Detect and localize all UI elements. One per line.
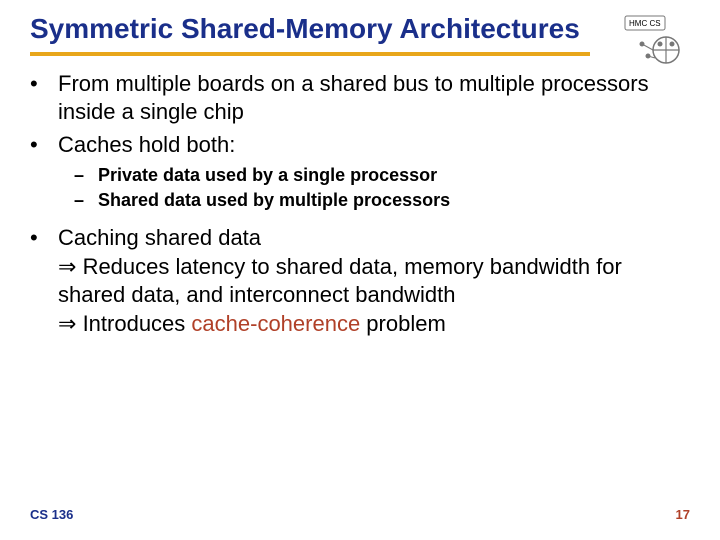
bullet-marker: • — [30, 131, 58, 160]
sub-bullet-text: Shared data used by multiple processors — [98, 188, 690, 212]
highlight-term: cache-coherence — [191, 311, 360, 336]
sub-bullet-text: Private data used by a single processor — [98, 163, 690, 187]
sub-text: problem — [360, 311, 446, 336]
arrow-icon: ⇒ — [58, 254, 76, 279]
sub-text: Reduces latency to shared data, memory b… — [58, 254, 622, 308]
hmc-cs-logo: HMC CS — [620, 14, 692, 68]
bullet-item: • Caches hold both: — [30, 131, 690, 160]
sub-text: Introduces — [83, 311, 192, 336]
bullet-text: Caching shared data ⇒ Reduces latency to… — [58, 224, 690, 338]
arrow-icon: ⇒ — [58, 311, 76, 336]
bullet-text: Caches hold both: — [58, 131, 690, 160]
bullet-text: From multiple boards on a shared bus to … — [58, 70, 690, 127]
sub-bullet-item: – Shared data used by multiple processor… — [30, 188, 690, 212]
slide-title: Symmetric Shared-Memory Architectures — [30, 12, 690, 46]
dash-marker: – — [74, 188, 98, 212]
bullet-item: • From multiple boards on a shared bus t… — [30, 70, 690, 127]
bullet-marker: • — [30, 224, 58, 338]
slide-body: • From multiple boards on a shared bus t… — [0, 56, 720, 339]
course-code: CS 136 — [30, 507, 73, 522]
svg-text:HMC CS: HMC CS — [629, 19, 661, 28]
dash-marker: – — [74, 163, 98, 187]
bullet-item: • Caching shared data ⇒ Reduces latency … — [30, 224, 690, 338]
sub-bullet-item: – Private data used by a single processo… — [30, 163, 690, 187]
bullet-marker: • — [30, 70, 58, 127]
page-number: 17 — [676, 507, 690, 522]
bullet-heading: Caching shared data — [58, 225, 261, 250]
